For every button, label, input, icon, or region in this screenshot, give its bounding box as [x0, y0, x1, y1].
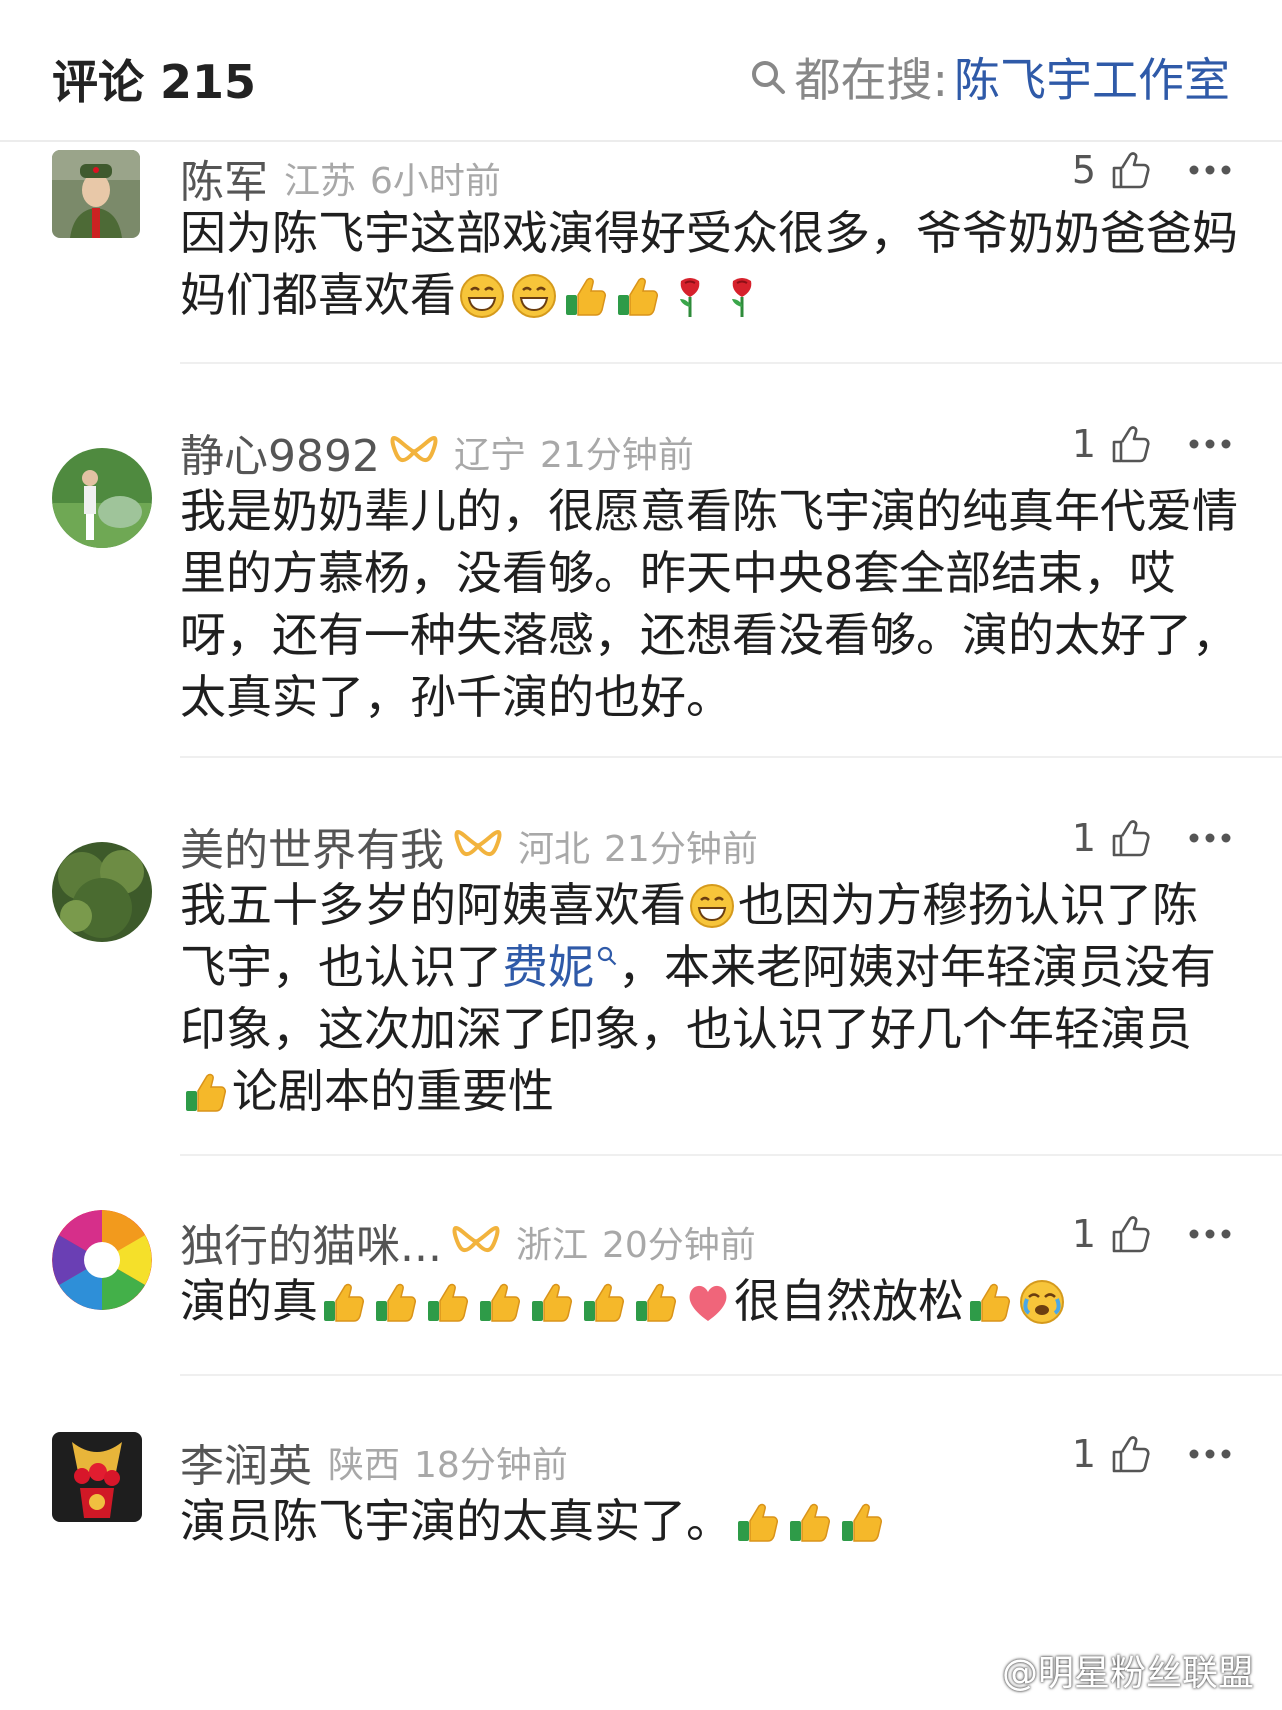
crying-laughing-face-icon	[1019, 1279, 1065, 1325]
timestamp: 18分钟前	[414, 1445, 568, 1486]
like-count: 1	[1071, 1212, 1096, 1256]
like-count: 5	[1071, 148, 1096, 192]
vip-badge-icon	[390, 432, 438, 472]
vip-badge-icon	[454, 826, 502, 866]
comment-text: 我五十多岁的阿姨喜欢看 也因为方穆扬认识了陈飞宇，也认识了费妮 ，本来老阿姨对年轻演…	[180, 874, 1240, 1122]
more-options-icon[interactable]	[1188, 831, 1232, 845]
thumbs-up-icon	[967, 1279, 1013, 1325]
like-icon[interactable]	[1108, 422, 1152, 466]
vip-badge-icon	[452, 1222, 500, 1262]
timestamp: 21分钟前	[604, 829, 758, 870]
comment-item: 独行的猫咪... 浙江 20分钟前 1 演的真 很自然放松	[0, 1156, 1282, 1376]
thumbs-up-icon	[425, 1279, 471, 1325]
username[interactable]: 静心9892	[180, 420, 380, 484]
comment-text: 因为陈飞宇这部戏演得好受众很多，爷爷奶奶爸爸妈妈们都喜欢看	[180, 202, 1240, 326]
comment-item: 美的世界有我 河北 21分钟前 1 我五十多岁的阿姨喜欢看 也因为方穆扬认识了陈飞…	[0, 758, 1282, 1156]
thumbs-up-icon	[615, 273, 661, 319]
location-label: 陕西	[328, 1445, 401, 1486]
comment-item: 静心9892 辽宁 21分钟前 1 我是奶奶辈儿的，很愿意看陈飞宇演的纯真年代爱…	[0, 364, 1282, 758]
like-count: 1	[1071, 816, 1096, 860]
username[interactable]: 美的世界有我	[180, 814, 444, 878]
watermark: @明星粉丝联盟	[952, 1644, 1254, 1696]
like-icon[interactable]	[1108, 1432, 1152, 1476]
thumbs-up-icon	[633, 1279, 679, 1325]
weibo-logo-icon	[953, 1655, 994, 1687]
comment-text-segment: 论剧本的重要性	[232, 1064, 554, 1118]
avatar[interactable]	[52, 1432, 142, 1522]
comment-text-segment: 演员陈飞宇演的太真实了。	[180, 1494, 732, 1548]
more-options-icon[interactable]	[1188, 163, 1232, 177]
watermark-text: @明星粉丝联盟	[1001, 1653, 1254, 1694]
thumbs-up-icon	[581, 1279, 627, 1325]
heart-icon	[685, 1279, 731, 1325]
timestamp: 6小时前	[370, 161, 501, 202]
like-icon[interactable]	[1108, 1212, 1152, 1256]
comment-text: 演员陈飞宇演的太真实了。	[180, 1490, 1240, 1552]
comment-text-segment: 很自然放松	[734, 1274, 964, 1328]
avatar[interactable]	[52, 150, 140, 238]
thumbs-up-icon	[321, 1279, 367, 1325]
username[interactable]: 陈军	[180, 146, 268, 210]
grin-face-icon	[511, 273, 557, 319]
username[interactable]: 李润英	[180, 1430, 312, 1494]
comment-text: 我是奶奶辈儿的，很愿意看陈飞宇演的纯真年代爱情里的方慕杨，没看够。昨天中央8套全…	[180, 484, 1238, 724]
topic-link[interactable]: 费妮	[502, 940, 594, 994]
timestamp: 20分钟前	[601, 1225, 756, 1266]
more-options-icon[interactable]	[1188, 437, 1232, 451]
like-count: 1	[1071, 422, 1096, 466]
thumbs-up-icon	[183, 1069, 229, 1115]
hot-search-link[interactable]: 陈飞宇工作室	[954, 44, 1230, 110]
avatar[interactable]	[52, 1210, 152, 1310]
thumbs-up-icon	[373, 1279, 419, 1325]
avatar[interactable]	[52, 842, 152, 942]
rose-icon	[719, 273, 765, 319]
more-options-icon[interactable]	[1188, 1447, 1232, 1461]
grin-face-icon	[689, 883, 735, 929]
more-options-icon[interactable]	[1188, 1227, 1232, 1241]
thumbs-up-icon	[735, 1499, 781, 1545]
location-label: 河北	[518, 829, 591, 870]
timestamp: 21分钟前	[540, 435, 694, 476]
username[interactable]: 独行的猫咪...	[180, 1210, 442, 1274]
thumbs-up-icon	[787, 1499, 833, 1545]
hot-search-bar[interactable]: 都在搜: 陈飞宇工作室	[749, 44, 1230, 110]
thumbs-up-icon	[529, 1279, 575, 1325]
rose-icon	[667, 273, 713, 319]
thumbs-up-icon	[477, 1279, 523, 1325]
grin-face-icon	[459, 273, 505, 319]
thumbs-up-icon	[839, 1499, 885, 1545]
location-label: 浙江	[515, 1225, 588, 1266]
like-icon[interactable]	[1108, 816, 1152, 860]
search-prefix-label: 都在搜:	[794, 53, 949, 107]
like-count: 1	[1071, 1432, 1096, 1476]
comment-text-segment: 演的真	[180, 1274, 318, 1328]
avatar[interactable]	[52, 448, 152, 548]
thumbs-up-icon	[563, 273, 609, 319]
location-label: 江苏	[284, 161, 357, 202]
like-icon[interactable]	[1108, 148, 1152, 192]
search-icon	[751, 61, 785, 94]
comments-header: 评论 215 都在搜: 陈飞宇工作室	[0, 0, 1282, 142]
search-link-icon[interactable]	[596, 945, 618, 967]
comment-text: 演的真 很自然放松	[180, 1270, 1240, 1332]
location-label: 辽宁	[453, 435, 526, 476]
comment-text-segment: 我五十多岁的阿姨喜欢看	[180, 878, 686, 932]
comments-count-title: 评论 215	[52, 55, 257, 109]
comment-item: 陈军 江苏 6小时前 5 因为陈飞宇这部戏演得好受众很多，爷爷奶奶爸爸妈妈们都喜…	[0, 142, 1282, 364]
